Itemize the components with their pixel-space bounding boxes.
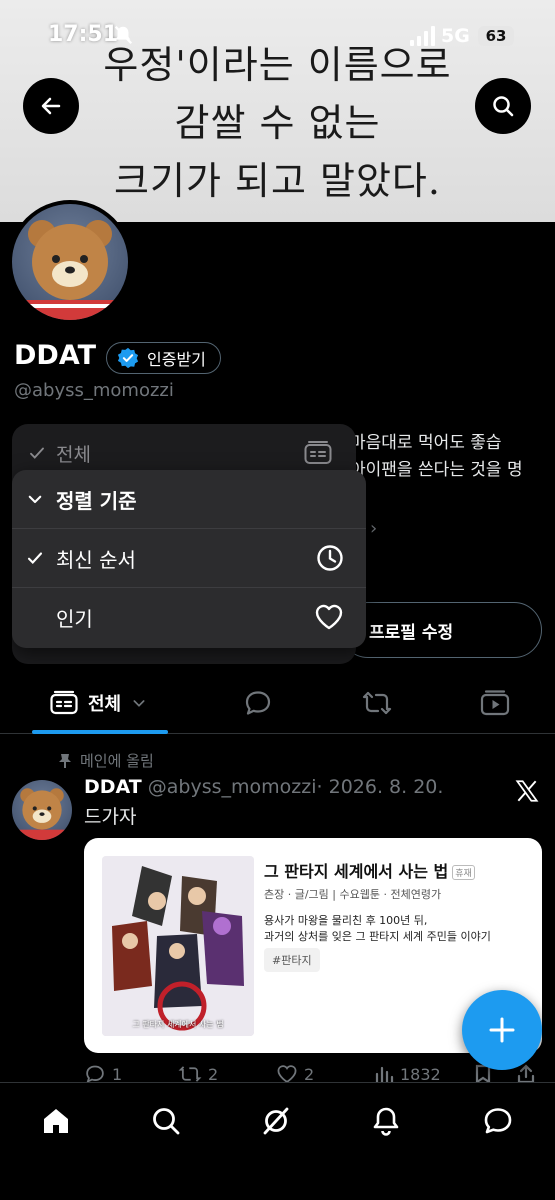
tab-all-label: 전체 bbox=[88, 694, 122, 715]
sort-menu: 정렬 기준 최신 순서 인기 bbox=[12, 470, 366, 648]
views-button[interactable]: 1832 bbox=[374, 1064, 441, 1084]
edit-profile-button[interactable]: 프로필 수정 bbox=[340, 602, 542, 658]
feed-icon bbox=[50, 690, 78, 715]
post-author-handle[interactable]: @abyss_momozzi bbox=[148, 776, 317, 798]
pinned-label: 메인에 올림 bbox=[80, 752, 154, 770]
repost-icon bbox=[178, 1066, 202, 1082]
share-icon bbox=[517, 1064, 535, 1084]
tab-reposts[interactable] bbox=[361, 672, 393, 734]
repost-icon bbox=[362, 691, 392, 715]
cover-illustration bbox=[102, 856, 254, 1036]
card-meta: 츤장 · 글/그림 | 수요웹툰 · 전체연령가 bbox=[264, 888, 442, 901]
card-title: 그 판타지 세계에서 사는 법 휴재 bbox=[264, 858, 475, 882]
checkmark-icon bbox=[27, 552, 43, 565]
repost-button[interactable]: 2 bbox=[178, 1064, 218, 1084]
profile-bio-line: 아이팬을 쓴다는 것을 명 bbox=[350, 460, 523, 480]
profile-avatar[interactable] bbox=[8, 200, 132, 324]
search-button[interactable] bbox=[475, 78, 531, 134]
nav-explore[interactable] bbox=[146, 1101, 186, 1141]
checkmark-icon bbox=[30, 447, 44, 459]
views-chart-icon bbox=[375, 1066, 394, 1084]
profile-handle: @abyss_momozzi bbox=[14, 380, 174, 401]
cover-caption: 그 판타지 세계에서 사는 법 bbox=[132, 1020, 224, 1029]
signal-icon bbox=[410, 26, 435, 46]
view-count: 1832 bbox=[400, 1064, 441, 1084]
sort-menu-title: 정렬 기준 bbox=[56, 488, 137, 513]
post-date[interactable]: · 2026. 8. 20. bbox=[317, 776, 444, 798]
get-verified-label: 인증받기 bbox=[147, 350, 206, 369]
sort-option-label: 인기 bbox=[56, 607, 93, 631]
share-button[interactable] bbox=[516, 1064, 536, 1084]
bear-avatar-image bbox=[17, 788, 67, 840]
active-tab-indicator bbox=[32, 730, 168, 734]
reply-icon bbox=[245, 691, 271, 715]
pinned-indicator: 메인에 올림 bbox=[58, 750, 154, 771]
feed-icon bbox=[304, 441, 332, 464]
chevron-right-icon: › bbox=[370, 518, 378, 539]
arrow-left-icon bbox=[41, 97, 61, 115]
silent-mode-icon bbox=[114, 25, 133, 45]
card-description-line: 과거의 상처를 잊은 그 판타지 세계 주민들 이야기 bbox=[264, 930, 491, 943]
grok-icon bbox=[263, 1107, 289, 1135]
nav-grok[interactable] bbox=[256, 1101, 296, 1141]
card-description-line: 용사가 마왕을 물리친 후 100년 뒤, bbox=[264, 914, 428, 927]
hiatus-badge: 휴재 bbox=[452, 865, 475, 880]
bear-avatar-image bbox=[22, 220, 118, 320]
sort-option-label: 최신 순서 bbox=[56, 547, 136, 572]
repost-count: 2 bbox=[208, 1064, 219, 1084]
post-author-avatar[interactable] bbox=[12, 780, 72, 840]
profile-name: DDAT bbox=[14, 340, 97, 371]
like-button[interactable]: 2 bbox=[276, 1064, 314, 1084]
webtoon-cover-image: 그 판타지 세계에서 사는 법 bbox=[102, 856, 254, 1036]
x-logo-icon[interactable] bbox=[514, 778, 540, 804]
chevron-down-icon bbox=[28, 495, 42, 504]
message-icon bbox=[484, 1108, 512, 1134]
search-icon bbox=[493, 96, 514, 117]
chevron-down-icon bbox=[133, 700, 145, 707]
post-author-name[interactable]: DDAT bbox=[84, 776, 142, 798]
battery-indicator: 63 bbox=[478, 26, 514, 46]
sort-option-popular[interactable]: 인기 bbox=[12, 588, 366, 647]
tab-all[interactable]: 전체 bbox=[50, 672, 147, 734]
bell-icon bbox=[373, 1107, 399, 1136]
verified-badge-icon bbox=[117, 347, 139, 369]
tab-replies[interactable] bbox=[243, 672, 273, 734]
bottom-navigation bbox=[0, 1082, 555, 1200]
home-icon bbox=[44, 1109, 68, 1133]
status-time: 17:51 bbox=[48, 22, 119, 47]
sort-option-latest[interactable]: 최신 순서 bbox=[12, 529, 366, 588]
network-label: 5G bbox=[441, 25, 470, 47]
heart-icon bbox=[277, 1065, 297, 1083]
reply-icon bbox=[86, 1065, 104, 1084]
filter-all-label: 전체 bbox=[56, 443, 91, 466]
status-bar: 17:51 5G 63 bbox=[0, 0, 555, 72]
clock-icon bbox=[317, 545, 343, 571]
nav-home[interactable] bbox=[36, 1101, 76, 1141]
plus-icon bbox=[489, 1017, 515, 1043]
back-button[interactable] bbox=[23, 78, 79, 134]
reply-button[interactable]: 1 bbox=[84, 1064, 122, 1084]
nav-notifications[interactable] bbox=[366, 1101, 406, 1141]
get-verified-button[interactable]: 인증받기 bbox=[106, 342, 221, 374]
tab-media[interactable] bbox=[480, 672, 510, 734]
card-genre-tag[interactable]: #판타지 bbox=[264, 948, 320, 972]
heart-icon bbox=[315, 604, 343, 630]
profile-tabs: 전체 bbox=[0, 672, 555, 734]
post-text: 드가자 bbox=[84, 806, 137, 828]
edit-profile-label: 프로필 수정 bbox=[369, 622, 454, 643]
pin-icon bbox=[59, 753, 71, 768]
post-header: DDAT @abyss_momozzi· 2026. 8. 20. bbox=[84, 776, 443, 798]
compose-button[interactable] bbox=[462, 990, 542, 1070]
profile-bio-line: 마음대로 먹어도 좋습 bbox=[350, 433, 502, 453]
like-count: 2 bbox=[304, 1064, 315, 1084]
nav-messages[interactable] bbox=[478, 1101, 518, 1141]
card-title-text: 그 판타지 세계에서 사는 법 bbox=[264, 862, 449, 881]
search-icon bbox=[153, 1108, 180, 1135]
banner-text-line: 감쌀 수 없는 bbox=[174, 101, 381, 145]
banner-text-line: 크기가 되고 말았다. bbox=[114, 159, 441, 203]
media-icon bbox=[480, 690, 510, 716]
reply-count: 1 bbox=[112, 1064, 123, 1084]
sort-menu-header[interactable]: 정렬 기준 bbox=[12, 470, 366, 529]
